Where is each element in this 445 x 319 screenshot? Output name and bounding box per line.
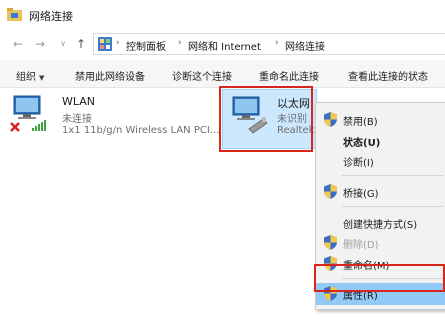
menu-item-label: 创建快捷方式(S) — [343, 220, 418, 231]
annotation-box-ethernet — [219, 86, 313, 152]
command-bar: 组织 ▼ 禁用此网络设备 诊断这个连接 重命名此连接 查看此连接的状态 — [0, 60, 445, 88]
disable-device-button[interactable]: 禁用此网络设备 — [75, 68, 145, 83]
diagnose-connection-button[interactable]: 诊断这个连接 — [172, 68, 232, 83]
menu-item-diagnose[interactable]: 诊断(I) — [316, 150, 445, 172]
up-arrow-icon[interactable]: ↑ — [73, 36, 89, 52]
breadcrumb-separator-icon: › — [178, 38, 182, 48]
address-bar[interactable]: › 控制面板 › 网络和 Internet › 网络连接 — [93, 33, 445, 55]
menu-item-delete: 删除(D) — [316, 232, 445, 254]
shield-icon — [324, 235, 337, 250]
window-title: 网络连接 — [29, 10, 73, 23]
adapter-name: WLAN — [62, 95, 96, 108]
menu-item-label: 诊断(I) — [343, 158, 374, 169]
navigation-bar: ← → ∨ ↑ › 控制面板 › 网络和 Internet › 网络连接 — [0, 30, 445, 58]
menu-separator — [342, 206, 444, 207]
control-panel-icon — [98, 37, 112, 51]
breadcrumb-control-panel[interactable]: 控制面板 — [126, 38, 166, 53]
recent-locations-chevron-icon[interactable]: ∨ — [55, 36, 71, 52]
organize-label: 组织 — [16, 72, 36, 83]
adapter-description: 1x1 11b/g/n Wireless LAN PCI... — [62, 125, 220, 136]
breadcrumb-network-connections[interactable]: 网络连接 — [285, 38, 325, 53]
connections-list: WLAN 未连接 1x1 11b/g/n Wireless LAN PCI...… — [0, 86, 445, 319]
menu-item-disable[interactable]: 禁用(B) — [316, 109, 445, 131]
breadcrumb-network-internet[interactable]: 网络和 Internet — [188, 38, 261, 53]
menu-item-status[interactable]: 状态(U) — [316, 130, 445, 152]
shield-icon — [324, 184, 337, 199]
adapter-status: 未连接 — [62, 114, 92, 125]
network-folder-icon — [7, 8, 22, 21]
annotation-box-properties — [314, 264, 445, 292]
menu-item-bridge[interactable]: 桥接(G) — [316, 181, 445, 203]
menu-item-create-shortcut[interactable]: 创建快捷方式(S) — [316, 212, 445, 234]
back-arrow-icon[interactable]: ← — [10, 36, 26, 52]
menu-item-label: 禁用(B) — [343, 117, 378, 128]
menu-item-label: 状态(U) — [343, 138, 381, 149]
forward-arrow-icon[interactable]: → — [32, 36, 48, 52]
rename-connection-button[interactable]: 重命名此连接 — [259, 68, 319, 83]
menu-item-label: 删除(D) — [343, 240, 379, 251]
wireless-adapter-icon — [10, 95, 46, 132]
breadcrumb-separator-icon: › — [275, 38, 279, 48]
shield-icon — [324, 112, 337, 127]
menu-item-label: 桥接(G) — [343, 189, 379, 200]
view-status-button[interactable]: 查看此连接的状态 — [348, 68, 428, 83]
organize-menu[interactable]: 组织 ▼ — [16, 68, 44, 83]
menu-separator — [342, 175, 444, 176]
title-bar: 网络连接 — [0, 0, 445, 30]
breadcrumb-separator-icon: › — [116, 38, 120, 48]
dropdown-caret-icon: ▼ — [39, 74, 45, 82]
